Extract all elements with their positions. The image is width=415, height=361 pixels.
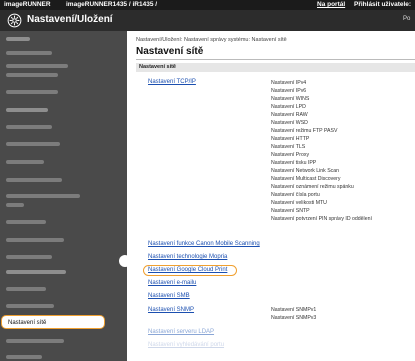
main-content: Nastavení/Uložení: Nastavení správy syst…: [127, 31, 415, 361]
list-item: Nastavení oznámení režimu spánku: [271, 184, 354, 190]
snmp-settings-link[interactable]: Nastavení SNMP: [148, 307, 194, 313]
sidebar-item-blurred[interactable]: [0, 300, 127, 314]
ldap-settings-link[interactable]: Nastavení serveru LDAP: [148, 329, 214, 335]
list-item: Nastavení WSD: [271, 120, 308, 126]
title-divider: [136, 59, 415, 60]
list-item: Nastavení čísla portu: [271, 192, 320, 198]
list-item: Nastavení HTTP: [271, 136, 310, 142]
login-label: Přihlásit uživatele:: [354, 1, 412, 8]
email-settings-link[interactable]: Nastavení e-mailu: [148, 280, 196, 286]
brand-label: imageRUNNER: [4, 1, 51, 8]
smb-settings-link[interactable]: Nastavení SMB: [148, 293, 190, 299]
sidebar-item-blurred[interactable]: [0, 47, 127, 61]
mopria-settings-link[interactable]: Nastavení technologie Mopria: [148, 254, 227, 260]
sidebar-group-blurred: [0, 104, 127, 118]
snmp-subitems-list: Nastavení SNMPv1 Nastavení SNMPv3: [271, 306, 316, 322]
sidebar-item-blurred[interactable]: [0, 138, 127, 152]
google-cloud-print-link[interactable]: Nastavení Google Cloud Print: [148, 267, 227, 273]
list-item: Nastavení velikosti MTU: [271, 200, 327, 206]
sidebar-item-network-settings[interactable]: Nastavení sítě: [1, 315, 105, 329]
sidebar-item-blurred[interactable]: [0, 61, 127, 83]
list-item: Nastavení WINS: [271, 96, 310, 102]
header-right-text[interactable]: Po: [403, 16, 410, 22]
sidebar-item-blurred[interactable]: [0, 174, 127, 188]
list-item: Nastavení SNTP: [271, 208, 310, 214]
list-item: Nastavení RAW: [271, 112, 308, 118]
sidebar-item-blurred[interactable]: [0, 121, 127, 135]
list-item: Nastavení Multicast Discovery: [271, 176, 341, 182]
settings-gear-icon: [7, 13, 22, 28]
list-item: Nastavení režimu FTP PASV: [271, 128, 338, 134]
list-item: Nastavení potvrzení PIN správy ID odděle…: [271, 216, 372, 222]
sidebar-item-blurred[interactable]: [0, 191, 127, 213]
portal-link[interactable]: Na portál: [317, 1, 345, 8]
list-item: Nastavení TLS: [271, 144, 306, 150]
list-item: Nastavení SNMPv1: [271, 307, 317, 313]
sidebar-item-blurred[interactable]: [0, 86, 127, 100]
sidebar: Nastavení sítě: [0, 31, 127, 361]
sidebar-group-blurred: [0, 33, 127, 47]
list-item: Nastavení SNMPv3: [271, 315, 317, 321]
canon-mobile-scanning-link[interactable]: Nastavení funkce Canon Mobile Scanning: [148, 241, 260, 247]
tcpip-settings-link[interactable]: Nastavení TCP/IP: [148, 79, 196, 85]
page-header: Nastavení/Uložení Po: [0, 10, 415, 31]
sidebar-group-blurred: [0, 266, 127, 280]
list-item: Nastavení Proxy: [271, 152, 310, 158]
breadcrumb: Nastavení/Uložení: Nastavení správy syst…: [136, 37, 287, 43]
list-item: Nastavení IPv4: [271, 80, 307, 86]
list-item: Nastavení Network Link Scan: [271, 168, 340, 174]
sidebar-item-blurred[interactable]: [0, 234, 127, 248]
sidebar-item-blurred[interactable]: [0, 156, 127, 170]
top-bar: imageRUNNER imageRUNNER1435 / iR1435 / N…: [0, 0, 415, 10]
header-title: Nastavení/Uložení: [27, 14, 113, 25]
port-search-settings-link[interactable]: Nastavení vyhledávání portu: [148, 342, 224, 348]
tcpip-subitems-list: Nastavení IPv4 Nastavení IPv6 Nastavení …: [271, 79, 372, 223]
sidebar-item-blurred[interactable]: [0, 335, 127, 349]
sidebar-item-blurred[interactable]: [0, 216, 127, 230]
list-item: Nastavení IPv6: [271, 88, 307, 94]
list-item: Nastavení tisku IPP: [271, 160, 317, 166]
page-title: Nastavení sítě: [136, 46, 204, 57]
sidebar-item-blurred[interactable]: [0, 251, 127, 265]
list-item: Nastavení LPD: [271, 104, 306, 110]
sidebar-item-blurred[interactable]: [0, 283, 127, 297]
section-header: Nastavení sítě: [136, 63, 415, 72]
sidebar-item-blurred[interactable]: [0, 351, 127, 361]
model-label: imageRUNNER1435 / iR1435 /: [66, 1, 158, 8]
